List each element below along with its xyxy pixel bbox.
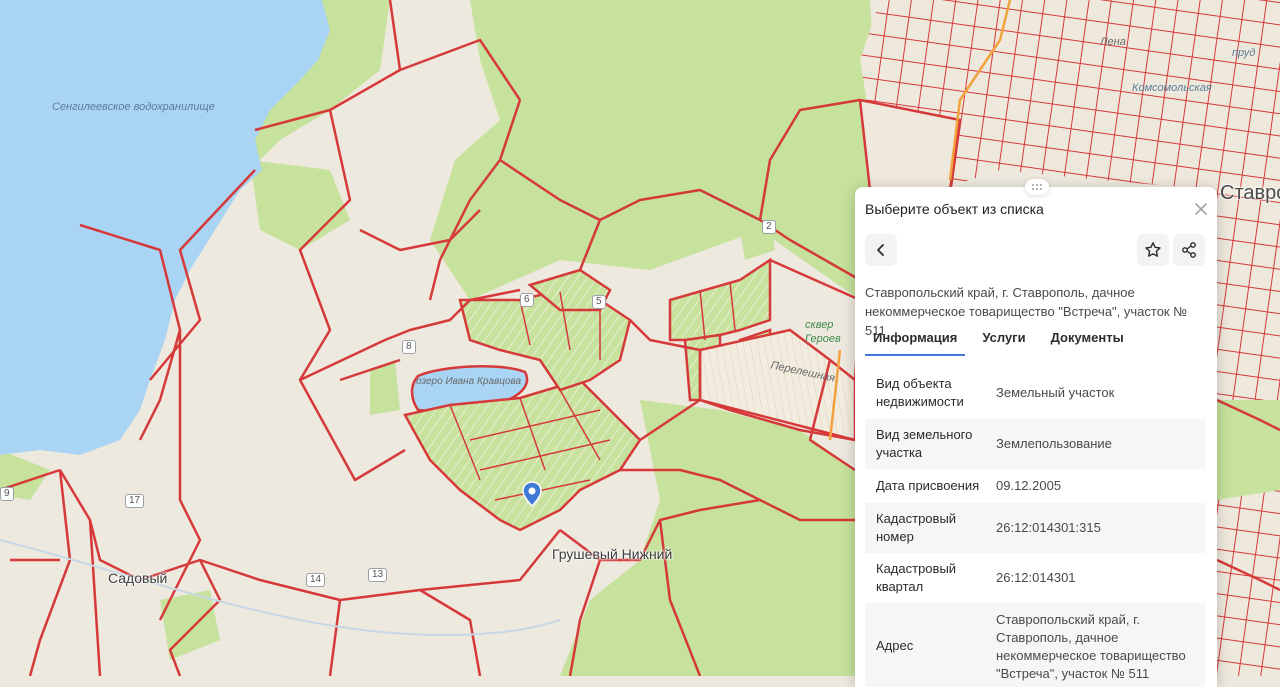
village-label-nizhny: Грушевый Нижний: [552, 546, 673, 562]
info-row-land-type: Вид земельного участка Землепользование: [865, 419, 1205, 469]
city-label: Ставрополь: [1220, 182, 1280, 204]
street-label-komsomolskaya: Комсомольская: [1132, 82, 1212, 94]
drag-handle[interactable]: [1025, 179, 1049, 195]
close-button[interactable]: [1193, 201, 1209, 217]
village-label-sadovy: Садовый: [108, 570, 168, 586]
info-row-address: Адрес Ставропольский край, г. Ставрополь…: [865, 603, 1205, 687]
road-number-8: 8: [402, 340, 416, 354]
info-row-object-type: Вид объекта недвижимости Земельный участ…: [865, 367, 1205, 419]
location-pin-icon[interactable]: [522, 481, 542, 507]
share-button[interactable]: [1173, 234, 1205, 266]
info-key: Кадастровый номер: [876, 511, 957, 544]
close-icon: [1195, 203, 1207, 215]
panel-tabs: Информация Услуги Документы: [865, 330, 1141, 356]
tab-services[interactable]: Услуги: [974, 330, 1033, 354]
street-label-top: Лена: [1100, 36, 1126, 48]
info-row-assignment-date: Дата присвоения 09.12.2005: [865, 469, 1205, 503]
info-value: Землепользование: [996, 436, 1112, 451]
info-table: Вид объекта недвижимости Земельный участ…: [865, 367, 1205, 687]
info-value: 26:12:014301:315: [996, 520, 1101, 535]
favorite-button[interactable]: [1137, 234, 1169, 266]
star-icon: [1145, 242, 1161, 257]
info-value: Земельный участок: [996, 385, 1115, 400]
info-row-cadastral-quarter: Кадастровый квартал 26:12:014301: [865, 553, 1205, 603]
info-key: Кадастровый квартал: [876, 561, 957, 594]
info-key: Вид объекта недвижимости: [876, 376, 964, 409]
info-key: Вид земельного участка: [876, 427, 973, 460]
tab-documents[interactable]: Документы: [1043, 330, 1132, 354]
back-button[interactable]: [865, 234, 897, 266]
pond-label: пруд: [1232, 47, 1256, 59]
road-number-2: 2: [762, 220, 776, 234]
panel-title: Выберите объект из списка: [865, 201, 1044, 217]
info-value: 09.12.2005: [996, 478, 1062, 493]
chevron-left-icon: [877, 244, 884, 256]
square-label: сквер Героев России: [805, 319, 842, 348]
drag-dots-icon: [1032, 184, 1042, 190]
road-number-6: 6: [520, 293, 534, 307]
share-icon: [1182, 242, 1196, 258]
object-info-panel: Выберите объект из списка Ставропольский…: [855, 179, 1217, 687]
info-value: Ставропольский край, г. Ставрополь, дачн…: [996, 612, 1186, 681]
road-number-13: 13: [368, 568, 388, 582]
info-key: Адрес: [876, 638, 914, 653]
info-value: 26:12:014301: [996, 570, 1076, 585]
road-number-17: 17: [125, 494, 145, 508]
info-key: Дата присвоения: [876, 478, 980, 493]
lake-label: озеро Ивана Кравцова: [416, 376, 522, 387]
road-number-14: 14: [306, 573, 326, 587]
reservoir-label: Сенгилеевское водохранилище: [52, 101, 215, 113]
road-number-5: 5: [592, 295, 606, 309]
road-number-9: 9: [0, 487, 14, 501]
tab-information[interactable]: Информация: [865, 330, 966, 356]
info-row-cadastral-number: Кадастровый номер 26:12:014301:315: [865, 503, 1205, 553]
